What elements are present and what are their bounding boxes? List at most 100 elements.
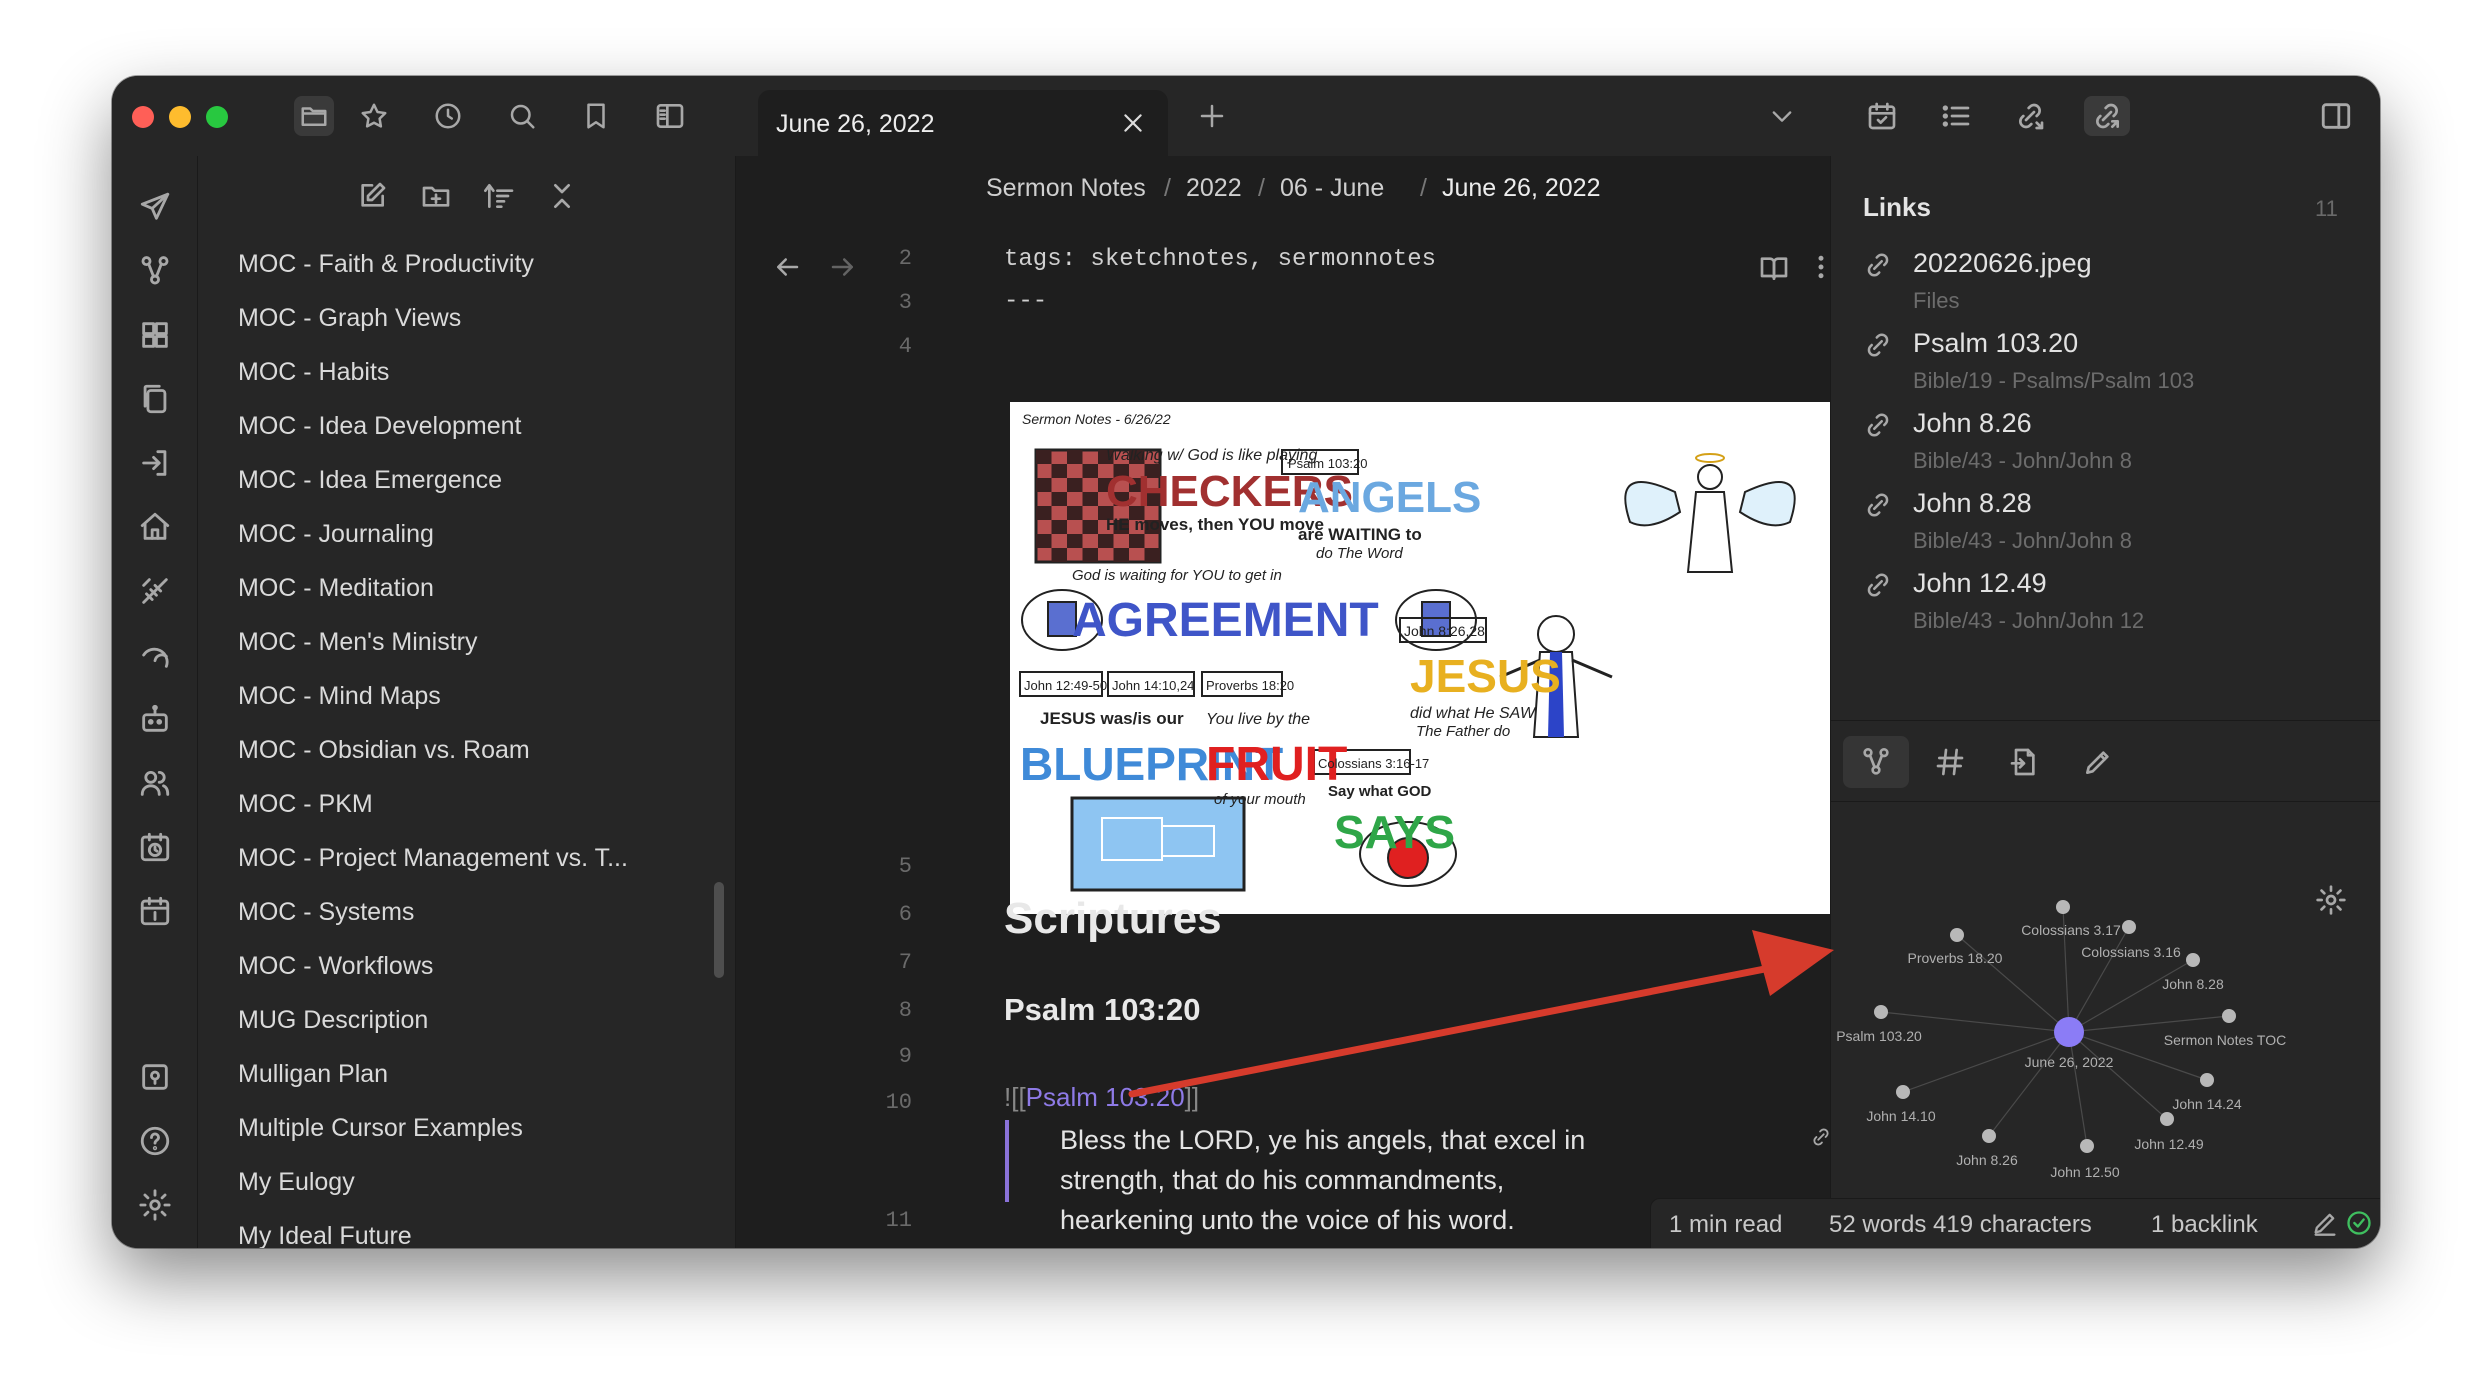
graph-view-icon[interactable] (134, 250, 176, 292)
file-item[interactable]: MOC - Habits (238, 358, 389, 387)
file-item[interactable]: MOC - Systems (238, 898, 414, 927)
frontmatter-end[interactable]: --- (1004, 288, 1047, 315)
embed-wikilink[interactable]: ![[Psalm 103.20]] (1004, 1082, 1199, 1113)
dashboard-icon[interactable] (134, 314, 176, 356)
outline-tab-icon[interactable] (1991, 736, 2057, 788)
tab-active-note[interactable]: June 26, 2022 (758, 90, 1168, 156)
arc-icon[interactable] (134, 634, 176, 676)
sketch-text: SAYS (1334, 806, 1455, 858)
back-arrow-icon[interactable] (772, 252, 802, 282)
home-icon[interactable] (134, 506, 176, 548)
minimize-window-button[interactable] (169, 106, 191, 128)
embed-link-icon[interactable] (1810, 1126, 1832, 1148)
calendar-icon[interactable] (1862, 96, 1902, 136)
frontmatter-tags[interactable]: tags: sketchnotes, sermonnotes (1004, 246, 1436, 273)
sketchnote-image[interactable]: Sermon Notes - 6/26/22 Walking w/ God is… (1010, 402, 1858, 914)
vault-switcher-icon[interactable] (134, 1056, 176, 1098)
copy-icon[interactable] (134, 378, 176, 420)
send-icon[interactable] (134, 186, 176, 228)
graph-node[interactable] (2222, 1009, 2236, 1023)
tags-tab-icon[interactable] (1917, 736, 1983, 788)
file-item[interactable]: MOC - Workflows (238, 952, 433, 981)
local-graph[interactable]: Colossians 3.17 Colossians 3.16 Proverbs… (1831, 802, 2380, 1248)
graph-node[interactable] (1896, 1085, 1910, 1099)
graph-node[interactable] (1874, 1005, 1888, 1019)
close-window-button[interactable] (132, 106, 154, 128)
file-explorer-scrollbar[interactable] (714, 882, 724, 978)
graph-node[interactable] (2122, 920, 2136, 934)
file-item[interactable]: My Eulogy (238, 1168, 355, 1197)
graph-center-node[interactable] (2054, 1017, 2084, 1047)
file-item[interactable]: Mulligan Plan (238, 1060, 388, 1089)
maximize-window-button[interactable] (206, 106, 228, 128)
file-item[interactable]: MUG Description (238, 1006, 428, 1035)
file-item[interactable]: Multiple Cursor Examples (238, 1114, 523, 1143)
outgoing-link-item[interactable]: John 12.49 Bible/43 - John/John 12 (1863, 568, 2343, 640)
file-item[interactable]: MOC - Meditation (238, 574, 434, 603)
file-item[interactable]: MOC - Idea Emergence (238, 466, 502, 495)
new-folder-icon[interactable] (416, 176, 456, 216)
folder-icon[interactable] (294, 96, 334, 136)
backlink-count[interactable]: 1 backlink (2151, 1211, 2258, 1239)
people-icon[interactable] (134, 762, 176, 804)
graph-node[interactable] (2160, 1112, 2174, 1126)
clock-icon[interactable] (428, 96, 468, 136)
list-icon[interactable] (1936, 96, 1976, 136)
local-graph-tab-icon[interactable] (1843, 736, 1909, 788)
line-number: 2 (898, 246, 912, 271)
file-item[interactable]: MOC - Faith & Productivity (238, 250, 534, 279)
new-tab-icon[interactable] (1192, 96, 1232, 136)
settings-icon[interactable] (134, 1184, 176, 1226)
sync-check-icon[interactable] (2345, 1209, 2373, 1242)
sketch-text: Walking w/ God is like playing (1106, 447, 1317, 464)
excalidraw-icon[interactable] (134, 570, 176, 612)
graph-node[interactable] (2186, 953, 2200, 967)
file-item[interactable]: MOC - Mind Maps (238, 682, 441, 711)
file-item[interactable]: MOC - Graph Views (238, 304, 461, 333)
outgoing-links-icon[interactable] (2084, 96, 2130, 136)
graph-settings-icon[interactable] (2315, 884, 2347, 916)
graph-node[interactable] (2056, 900, 2070, 914)
calendar-clock-icon[interactable] (134, 826, 176, 868)
file-item[interactable]: MOC - Journaling (238, 520, 434, 549)
breadcrumb-current-note: June 26, 2022 (1442, 174, 1601, 202)
file-item[interactable]: MOC - Project Management vs. T... (238, 844, 628, 873)
file-item[interactable]: MOC - Men's Ministry (238, 628, 478, 657)
sidebar-toggle-icon[interactable] (650, 96, 690, 136)
embedded-verse: Bless the LORD, ye his angels, that exce… (1060, 1125, 1586, 1235)
robot-icon[interactable] (134, 698, 176, 740)
daily-note-icon[interactable] (134, 890, 176, 932)
graph-node[interactable] (1982, 1129, 1996, 1143)
edit-mode-icon[interactable] (2311, 1209, 2339, 1237)
graph-node[interactable] (1950, 928, 1964, 942)
bookmark-icon[interactable] (576, 96, 616, 136)
file-item[interactable]: MOC - Idea Development (238, 412, 521, 441)
link-icon (1863, 330, 1893, 360)
reading-view-icon[interactable] (1758, 252, 1790, 284)
graph-node[interactable] (2080, 1139, 2094, 1153)
sort-icon[interactable] (480, 176, 520, 216)
link-path: Bible/43 - John/John 8 (1913, 448, 2132, 473)
login-icon[interactable] (134, 442, 176, 484)
pencil-tab-icon[interactable] (2065, 736, 2131, 788)
close-tab-icon[interactable] (1120, 110, 1146, 136)
help-icon[interactable] (134, 1120, 176, 1162)
right-sidebar-toggle-icon[interactable] (2316, 96, 2356, 136)
incoming-links-icon[interactable] (2010, 96, 2050, 136)
breadcrumb-folder[interactable]: 06 - June (1280, 174, 1384, 203)
search-icon[interactable] (502, 96, 542, 136)
collapse-all-icon[interactable] (542, 176, 582, 216)
heading-scriptures[interactable]: Scriptures (1004, 894, 1222, 944)
file-item[interactable]: MOC - PKM (238, 790, 373, 819)
breadcrumb-folder[interactable]: Sermon Notes (986, 174, 1146, 203)
new-note-icon[interactable] (352, 176, 392, 216)
file-item[interactable]: My Ideal Future (238, 1222, 412, 1248)
chevron-down-icon[interactable] (1762, 96, 1802, 136)
breadcrumb-folder[interactable]: 2022 (1186, 174, 1242, 203)
line-number: 11 (885, 1208, 912, 1233)
file-item[interactable]: MOC - Obsidian vs. Roam (238, 736, 530, 765)
embed-link-name[interactable]: Psalm 103.20 (1026, 1082, 1185, 1112)
star-icon[interactable] (354, 96, 394, 136)
graph-node[interactable] (2200, 1073, 2214, 1087)
heading-psalm[interactable]: Psalm 103:20 (1004, 992, 1200, 1028)
